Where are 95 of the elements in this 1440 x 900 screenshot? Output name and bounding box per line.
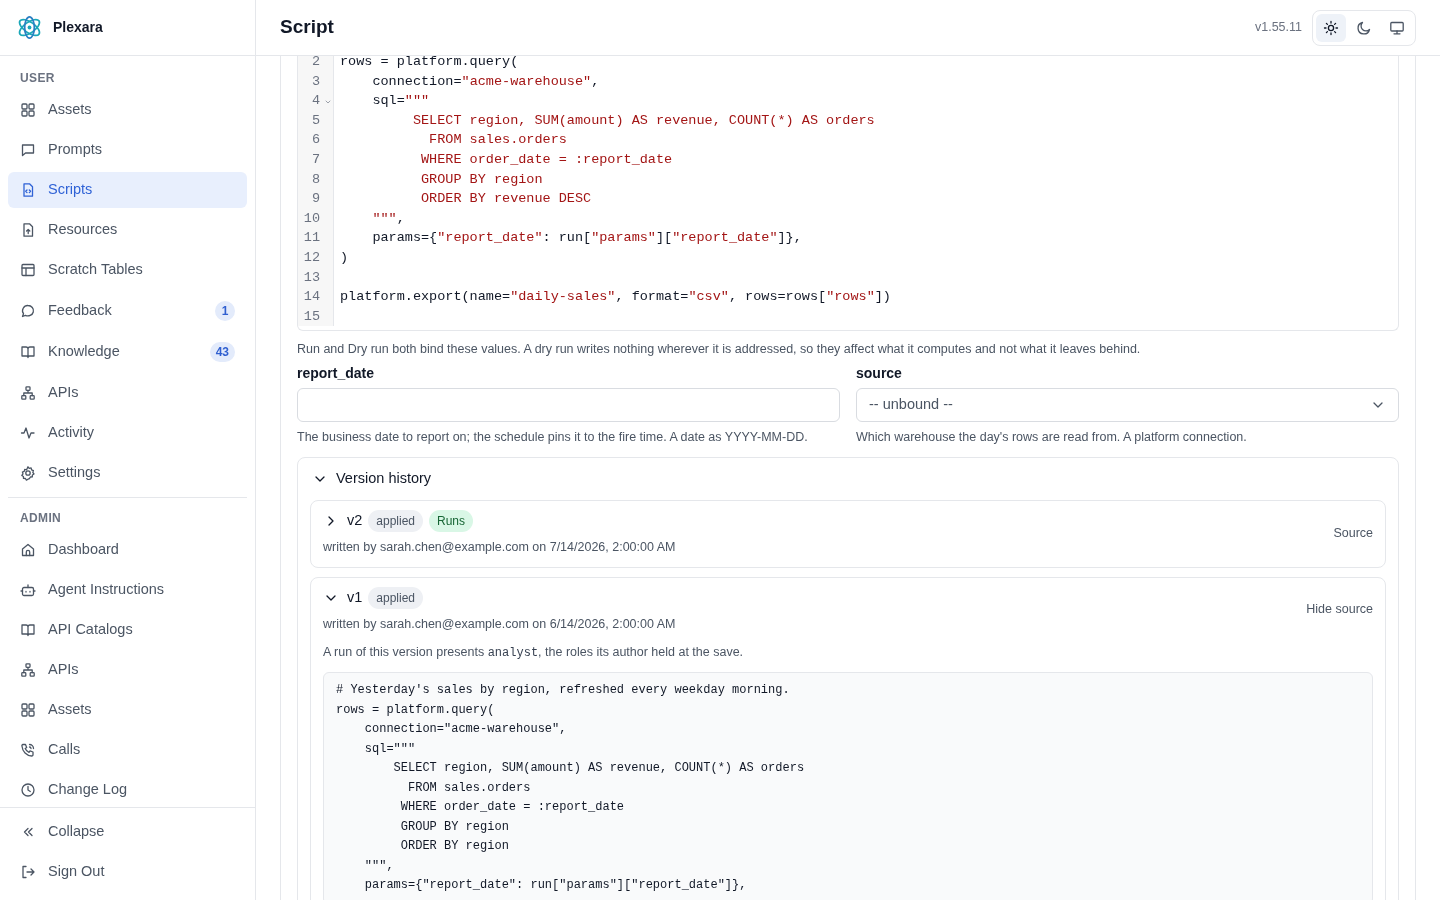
sidebar-item[interactable]: Agent Instructions bbox=[8, 572, 247, 608]
source-code-block: # Yesterday's sales by region, refreshed every weekday morning. rows = platform.query( connection="acme-warehouse", sql=""" SELECT region, SUM(amount) AS revenue, COUNT(*) AS orders FROM sales.orders WHERE order_date = :report_date GROUP BY region ORDER BY region """, params={"report_date": run["params"]["report_date"]}, bbox=[323, 672, 1373, 900]
sidebar-item[interactable]: Sign Out bbox=[8, 854, 247, 890]
line-number: 11 bbox=[303, 229, 320, 248]
source-link[interactable]: Source bbox=[1333, 523, 1373, 543]
state-tag: applied bbox=[368, 586, 424, 609]
settings-icon bbox=[20, 465, 36, 481]
table-icon bbox=[20, 262, 36, 278]
sidebar-item[interactable]: Feedback 1 bbox=[8, 292, 247, 330]
sidebar-item[interactable]: Activity bbox=[8, 415, 247, 451]
sidebar-item[interactable]: Collapse bbox=[8, 814, 247, 850]
sidebar-item[interactable]: API Catalogs bbox=[8, 612, 247, 648]
status-tag: Runs bbox=[429, 509, 474, 532]
help-text: Run and Dry run both bind these values. A dry run writes nothing wherever it is addressed, so they affect what it computes and not what it leaves behind. bbox=[297, 341, 1142, 359]
code-line: GROUP BY region bbox=[420, 171, 543, 187]
count-badge: 1 bbox=[215, 300, 235, 321]
line-number: 2 bbox=[311, 56, 320, 71]
line-number: 3 bbox=[311, 72, 320, 91]
line-number: 15 bbox=[303, 307, 320, 326]
sun-icon bbox=[1323, 19, 1339, 36]
source-link[interactable]: Hide source bbox=[1306, 599, 1373, 619]
code-line: platform.export(name="daily-sales", format="csv", rows=rows["rows"]) bbox=[340, 289, 891, 305]
sidebar-item[interactable]: Dashboard bbox=[8, 532, 247, 568]
code-line: ) bbox=[340, 249, 349, 265]
code-line: FROM sales.orders bbox=[428, 132, 567, 148]
code-line: rows = platform.query( bbox=[340, 56, 519, 69]
sidebar-item[interactable]: Prompts bbox=[8, 132, 247, 168]
note-text: A run of this version presents analyst, the roles its author held at the save. bbox=[323, 644, 745, 663]
atom-logo-icon bbox=[16, 14, 43, 41]
line-number: 13 bbox=[303, 268, 320, 287]
author-text: written by sarah.chen@example.com on 6/14/2026, 2:00:00 AM bbox=[323, 615, 677, 633]
sidebar-item[interactable]: Assets bbox=[8, 92, 247, 128]
line-number: 8 bbox=[311, 170, 320, 189]
section-label: ADMIN bbox=[19, 510, 63, 527]
chat-bubble-icon bbox=[20, 302, 36, 319]
grid-icon bbox=[20, 102, 36, 118]
field-label: report_date bbox=[297, 364, 375, 384]
line-number: 10 bbox=[303, 209, 320, 228]
sidebar-item[interactable]: Calls bbox=[8, 732, 247, 768]
help-text: Which warehouse the day's rows are read from. A platform connection. bbox=[856, 429, 1248, 447]
sidebar-item[interactable]: APIs bbox=[8, 375, 247, 411]
hierarchy-icon bbox=[20, 662, 36, 678]
home-icon bbox=[20, 542, 36, 558]
count-badge: 43 bbox=[209, 342, 235, 363]
help-text: The business date to report on; the schedule pins it to the fire time. A date as YYYY-MM-DD. bbox=[297, 429, 809, 447]
sidebar-item[interactable]: Resources bbox=[8, 212, 247, 248]
page-title: Script bbox=[280, 16, 334, 39]
sidebar-item[interactable]: Scripts bbox=[8, 172, 247, 208]
sidebar-item[interactable]: Assets bbox=[8, 692, 247, 728]
field-label: source bbox=[856, 364, 902, 384]
code-line: ORDER BY revenue DESC bbox=[420, 191, 592, 207]
section-toggle[interactable]: Version history bbox=[310, 457, 434, 500]
book-icon bbox=[20, 622, 36, 638]
sidebar-item[interactable]: Knowledge 43 bbox=[8, 333, 247, 371]
sidebar-item[interactable]: APIs bbox=[8, 652, 247, 688]
code-line: sql=""" bbox=[371, 93, 430, 109]
version-toggle[interactable]: v2 bbox=[323, 509, 363, 532]
author-text: written by sarah.chen@example.com on 7/14/2026, 2:00:00 AM bbox=[323, 538, 677, 556]
line-number: 4 bbox=[311, 92, 320, 111]
sidebar-item[interactable]: Settings bbox=[8, 455, 247, 491]
line-number: 5 bbox=[311, 111, 320, 130]
line-number: 12 bbox=[303, 248, 320, 267]
code-file-icon bbox=[20, 182, 36, 198]
moon-icon bbox=[1356, 19, 1372, 36]
clock-icon bbox=[20, 782, 36, 798]
code-line: SELECT region, SUM(amount) AS revenue, COUNT(*) AS orders bbox=[411, 112, 875, 128]
phone-icon bbox=[20, 742, 36, 758]
sidebar-item[interactable]: Change Log bbox=[8, 772, 247, 807]
activity-icon bbox=[20, 425, 36, 441]
grid-icon bbox=[20, 702, 36, 718]
text-input-field[interactable] bbox=[297, 388, 840, 423]
line-number: 7 bbox=[311, 150, 320, 169]
monitor-icon bbox=[1389, 19, 1405, 36]
code-line: connection="acme-warehouse", bbox=[371, 73, 600, 89]
select-field[interactable]: -- unbound -- bbox=[856, 388, 1399, 423]
book-icon bbox=[20, 344, 36, 361]
line-number: 14 bbox=[303, 288, 320, 307]
code-editor[interactable] bbox=[297, 56, 1399, 332]
chat-icon bbox=[20, 142, 36, 158]
robot-icon bbox=[20, 582, 36, 598]
line-number: 9 bbox=[311, 190, 320, 209]
line-number: 6 bbox=[311, 131, 320, 150]
theme-button[interactable] bbox=[1316, 13, 1346, 42]
version-toggle[interactable]: v1 bbox=[323, 586, 363, 609]
code-line: params={"report_date": run["params"]["report_date"]}, bbox=[371, 230, 802, 246]
sidebar-item[interactable]: Scratch Tables bbox=[8, 252, 247, 288]
section-label: USER bbox=[19, 70, 56, 87]
brand-name: Plexara bbox=[53, 18, 103, 37]
state-tag: applied bbox=[368, 509, 424, 532]
version-label: v1.55.11 bbox=[1254, 19, 1302, 37]
hierarchy-icon bbox=[20, 385, 36, 401]
code-line: """, bbox=[371, 210, 405, 226]
file-upload-icon bbox=[20, 222, 36, 238]
sign-out-icon bbox=[20, 864, 36, 880]
code-line: WHERE order_date = :report_date bbox=[420, 151, 673, 167]
